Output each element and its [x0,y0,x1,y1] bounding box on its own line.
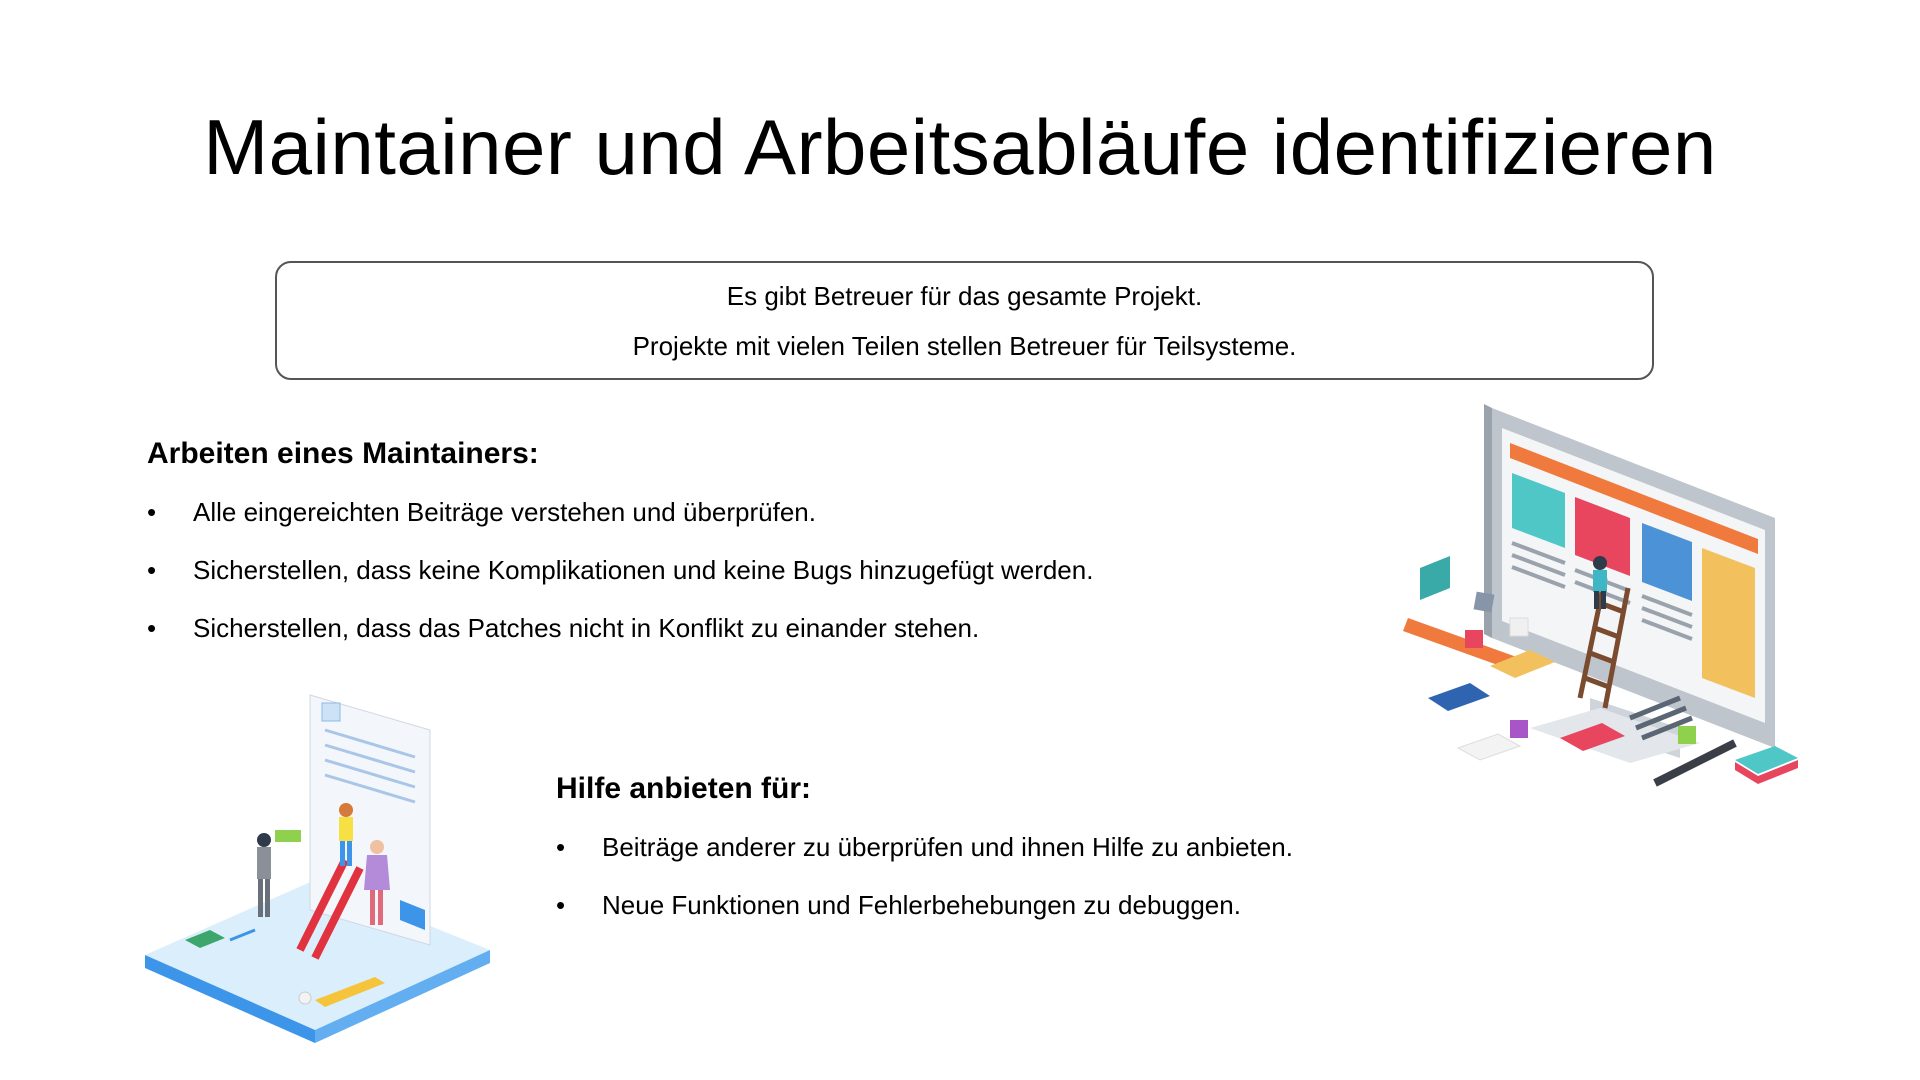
callout-line-2: Projekte mit vielen Teilen stellen Betre… [632,330,1297,361]
list-item: • Sicherstellen, dass das Patches nicht i… [147,599,1093,657]
maintainer-bullet-list: • Alle eingereichten Beiträge verstehen u… [147,483,1093,657]
help-bullet-list: • Beiträge anderer zu überprüfen und ihne… [556,818,1293,934]
list-item-text: Sicherstellen, dass keine Komplikationen… [193,555,1094,585]
document-team-illustration [140,685,500,1060]
list-item-text: Alle eingereichten Beiträge verstehen un… [193,497,816,527]
list-item-text: Sicherstellen, dass das Patches nicht in… [193,613,980,643]
bullet-icon: • [556,890,566,920]
list-item: • Neue Funktionen und Fehlerbehebungen zu… [556,876,1293,934]
list-item-text: Neue Funktionen und Fehlerbehebungen zu … [602,890,1241,920]
bullet-icon: • [556,832,566,862]
document-team-illustration-svg [145,694,490,1043]
bullet-icon: • [147,497,157,527]
monitor-illustration [1380,398,1840,863]
bullet-icon: • [147,613,157,643]
callout-box: Es gibt Betreuer für das gesamte Projekt… [275,261,1654,380]
list-item-text: Beiträge anderer zu überprüfen und ihnen… [602,832,1293,862]
monitor-illustration-svg [1403,404,1798,787]
help-section: Hilfe anbieten für: • Beiträge anderer zu… [556,772,1293,934]
list-item: • Beiträge anderer zu überprüfen und ihne… [556,818,1293,876]
maintainer-section: Arbeiten eines Maintainers: • Alle einger… [147,437,1093,657]
slide-title: Maintainer und Arbeitsabläufe identifizi… [203,103,1717,191]
maintainer-heading: Arbeiten eines Maintainers: [147,437,539,470]
callout-line-1: Es gibt Betreuer für das gesamte Projekt… [726,280,1203,311]
help-heading: Hilfe anbieten für: [556,772,812,805]
list-item: • Sicherstellen, dass keine Komplikatione… [147,541,1093,599]
bullet-icon: • [147,555,157,585]
list-item: • Alle eingereichten Beiträge verstehen u… [147,483,1093,541]
